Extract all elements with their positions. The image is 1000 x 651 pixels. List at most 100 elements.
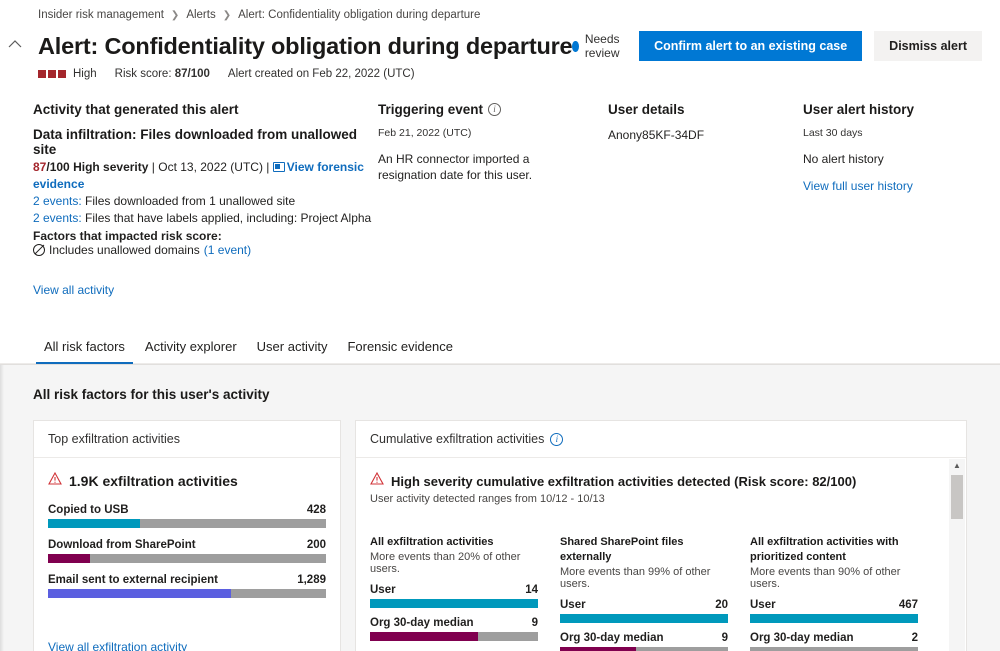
breadcrumb-item-0[interactable]: Insider risk management	[38, 9, 164, 21]
factors-heading: Factors that impacted risk score:	[33, 229, 378, 243]
activity-column: Activity that generated this alert Data …	[33, 102, 378, 297]
breadcrumb: Insider risk management ❯ Alerts ❯ Alert…	[0, 0, 1000, 21]
stat-label: Org 30-day median	[560, 632, 664, 644]
view-all-exfiltration-activity-link[interactable]: View all exfiltration activity	[48, 640, 187, 651]
stat-track	[750, 614, 918, 623]
triggering-event-date: Feb 21, 2022 (UTC)	[378, 127, 608, 139]
stat-label: Org 30-day median	[750, 632, 854, 644]
cumulative-range-note: User activity detected ranges from 10/12…	[370, 493, 952, 505]
user-details-column: User details Anony85KF-34DF	[608, 102, 803, 297]
stat-value: 2	[912, 632, 918, 644]
breadcrumb-item-2: Alert: Confidentiality obligation during…	[238, 9, 480, 21]
view-full-user-history-link[interactable]: View full user history	[803, 179, 913, 193]
bar-track	[48, 519, 326, 528]
info-icon[interactable]: i	[550, 433, 563, 446]
page-title: Alert: Confidentiality obligation during…	[38, 31, 572, 61]
top-exfiltration-count: 1.9K exfiltration activities	[69, 473, 238, 489]
stat-group-subtitle: More events than 99% of other users.	[560, 566, 728, 590]
view-all-activity-link[interactable]: View all activity	[33, 283, 114, 297]
event-2-count-link[interactable]: 2 events:	[33, 211, 82, 225]
bar-row: Download from SharePoint 200	[48, 539, 326, 563]
summary-grid: Activity that generated this alert Data …	[0, 80, 1000, 297]
tab-activity-explorer[interactable]: Activity explorer	[137, 331, 245, 363]
activity-score: 87	[33, 160, 46, 174]
cumulative-heading: High severity cumulative exfiltration ac…	[391, 474, 856, 489]
stat-value: 9	[722, 632, 728, 644]
stat-label: User	[370, 584, 396, 596]
stat-value: 9	[532, 617, 538, 629]
alert-history-range: Last 30 days	[803, 127, 1000, 139]
stat-label: Org 30-day median	[370, 617, 474, 629]
stat-group: Shared SharePoint files externally More …	[560, 535, 728, 651]
event-1-count-link[interactable]: 2 events:	[33, 194, 82, 208]
bar-fill	[48, 589, 231, 598]
stat-value: 14	[525, 584, 538, 596]
scroll-up-icon[interactable]: ▲	[953, 459, 961, 473]
cumulative-card-body: High severity cumulative exfiltration ac…	[356, 458, 966, 651]
stat-track	[560, 614, 728, 623]
user-history-link-wrap: View full user history	[803, 178, 1000, 194]
user-alert-history-column: User alert history Last 30 days No alert…	[803, 102, 1000, 297]
stat-row: Org 30-day median 9	[560, 632, 728, 651]
confirm-alert-button[interactable]: Confirm alert to an existing case	[639, 31, 862, 61]
stat-row: User 20	[560, 599, 728, 623]
top-exfiltration-card: Top exfiltration activities 1.9K exfiltr…	[33, 420, 341, 651]
cumulative-warning: High severity cumulative exfiltration ac…	[370, 472, 952, 490]
activity-event-1: 2 events: Files downloaded from 1 unallo…	[33, 193, 378, 210]
warning-triangle-icon	[370, 472, 384, 490]
stat-group-title: Shared SharePoint files externally	[560, 535, 728, 565]
stat-value: 467	[899, 599, 918, 611]
section-title: All risk factors for this user's activit…	[0, 387, 1000, 402]
bar-label: Download from SharePoint	[48, 539, 196, 551]
status-label: Needs review	[585, 32, 627, 60]
user-id-value: Anony85KF-34DF	[608, 127, 803, 143]
bar-track	[48, 589, 326, 598]
view-all-activity: View all activity	[33, 283, 378, 297]
stat-fill	[560, 614, 728, 623]
factor-event-link[interactable]: (1 event)	[204, 243, 251, 257]
stat-group-title: All exfiltration activities with	[750, 535, 918, 550]
risk-score-label: Risk score:	[115, 68, 172, 80]
stat-fill	[560, 647, 636, 651]
cumulative-card-title: Cumulative exfiltration activities	[370, 432, 544, 446]
stat-track	[560, 647, 728, 651]
factor-text: Includes unallowed domains	[49, 243, 200, 257]
stat-track	[370, 599, 538, 608]
stat-fill	[370, 632, 478, 641]
alert-detail-page: Insider risk management ❯ Alerts ❯ Alert…	[0, 0, 1000, 651]
bar-label: Email sent to external recipient	[48, 574, 218, 586]
top-exfiltration-card-title: Top exfiltration activities	[34, 421, 340, 458]
stat-row: User 467	[750, 599, 918, 623]
tab-user-activity[interactable]: User activity	[249, 331, 336, 363]
risk-factors-panel: All risk factors for this user's activit…	[0, 364, 1000, 651]
severity-indicator: High	[38, 68, 97, 80]
stat-value: 20	[715, 599, 728, 611]
activity-date: Oct 13, 2022 (UTC)	[158, 160, 263, 174]
tab-forensic-evidence[interactable]: Forensic evidence	[339, 331, 461, 363]
cumulative-exfiltration-card: Cumulative exfiltration activities i Hig…	[355, 420, 967, 651]
stat-group-subtitle: More events than 90% of other users.	[750, 566, 918, 590]
breadcrumb-separator-icon: ❯	[223, 10, 231, 21]
top-exfiltration-card-body: 1.9K exfiltration activities Copied to U…	[34, 458, 340, 598]
cumulative-card-title-row: Cumulative exfiltration activities i	[356, 421, 966, 458]
severity-label: High	[73, 68, 97, 80]
user-alert-history-heading: User alert history	[803, 102, 1000, 117]
tab-bar: All risk factors Activity explorer User …	[0, 331, 1000, 364]
cumulative-stat-columns: All exfiltration activities More events …	[370, 535, 952, 651]
cumulative-scrollbar[interactable]: ▲ ▼	[949, 459, 965, 651]
activity-severity: High severity	[73, 160, 148, 174]
video-evidence-icon	[273, 162, 285, 172]
tab-all-risk-factors[interactable]: All risk factors	[36, 331, 133, 363]
stat-row: User 14	[370, 584, 538, 608]
bar-fill	[48, 554, 90, 563]
breadcrumb-item-1[interactable]: Alerts	[186, 9, 215, 21]
top-exfiltration-warning: 1.9K exfiltration activities	[48, 472, 326, 490]
user-details-heading: User details	[608, 102, 803, 117]
chevron-up-icon[interactable]	[6, 34, 24, 52]
scrollbar-thumb[interactable]	[951, 475, 963, 519]
status-badge: Needs review	[572, 32, 627, 60]
dismiss-alert-button[interactable]: Dismiss alert	[874, 31, 982, 61]
event-1-text: Files downloaded from 1 unallowed site	[85, 194, 295, 208]
info-icon[interactable]: i	[488, 103, 501, 116]
title-row: Alert: Confidentiality obligation during…	[0, 21, 1000, 61]
